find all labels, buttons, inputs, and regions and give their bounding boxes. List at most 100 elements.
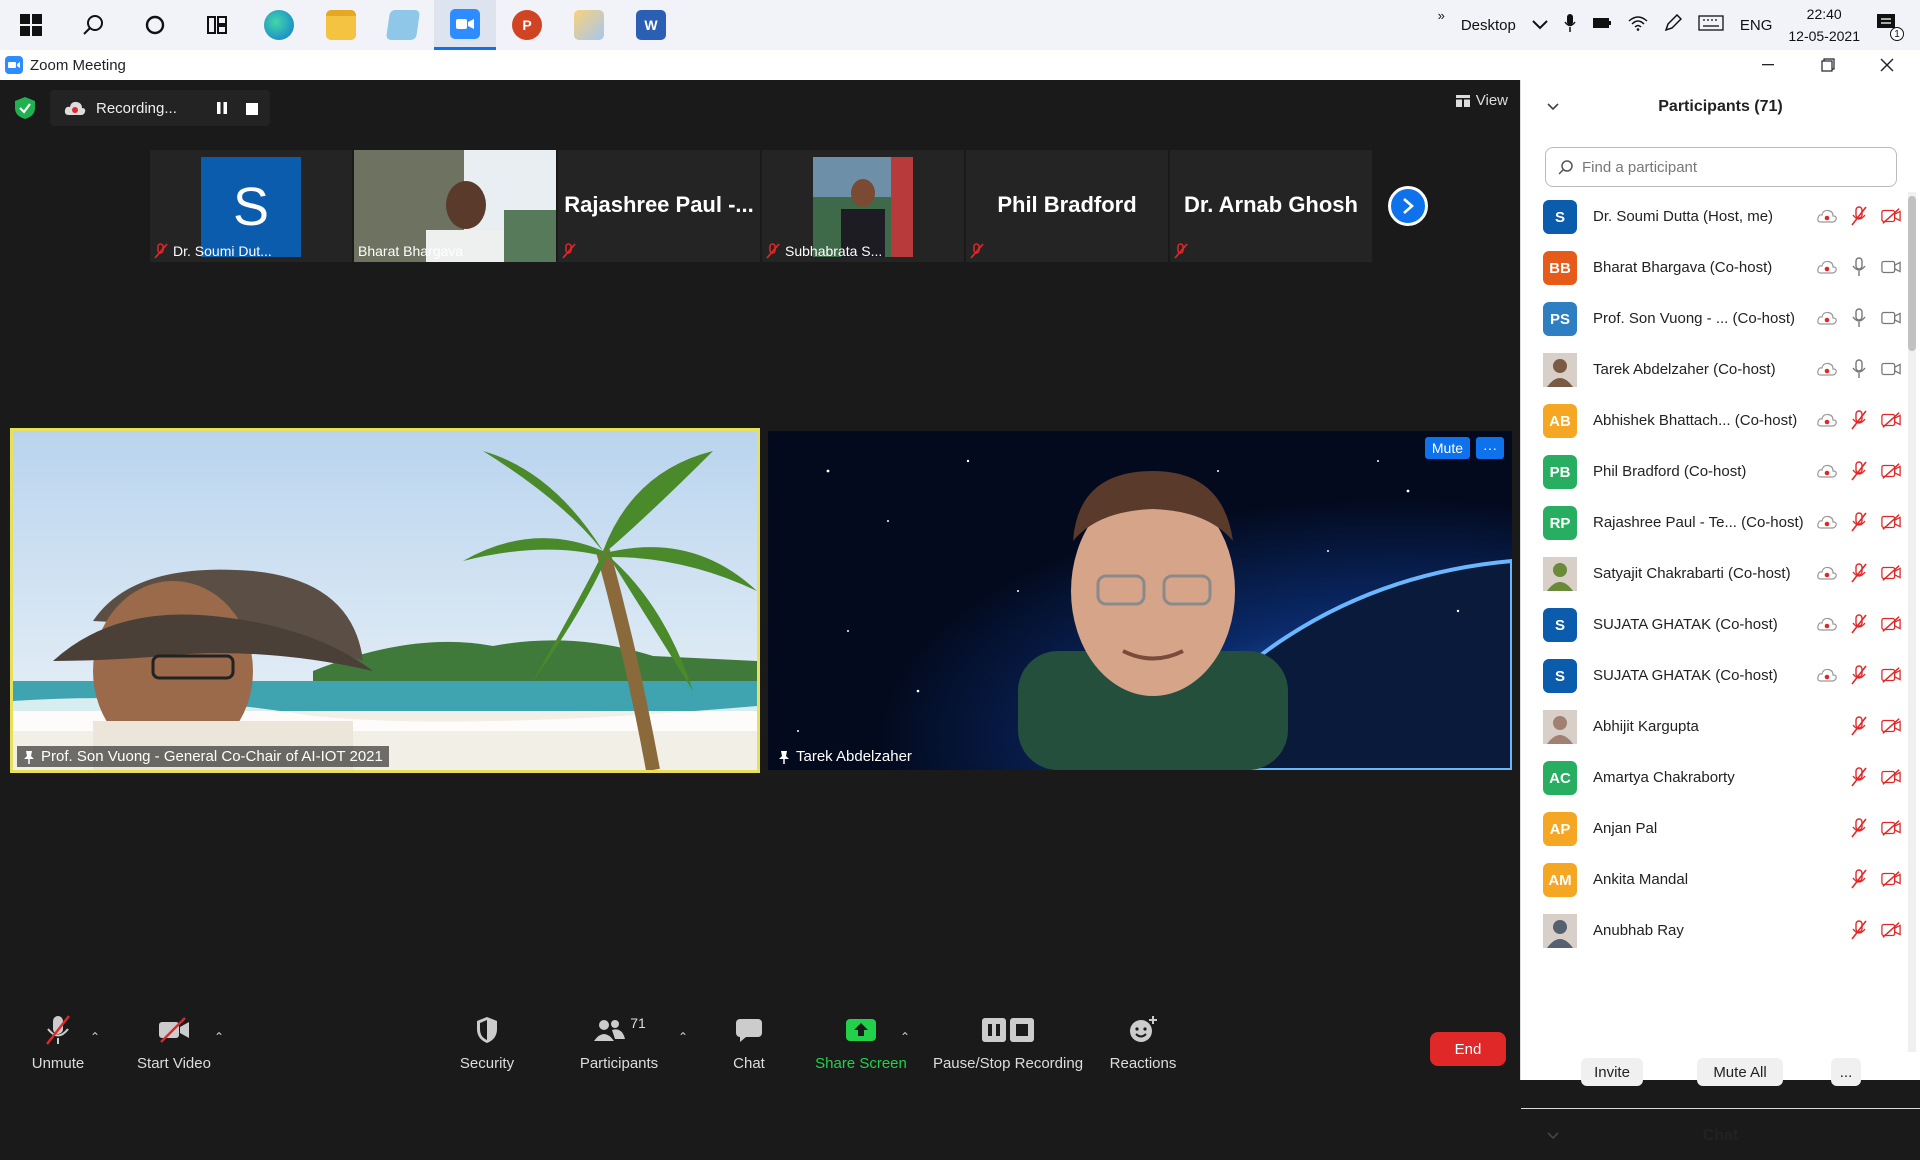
participant-row[interactable]: Satyajit Chakrabarti (Co-host)	[1521, 549, 1901, 600]
powerpoint-icon[interactable]: P	[496, 0, 558, 50]
paint-icon[interactable]	[558, 0, 620, 50]
microphone-icon[interactable]	[1849, 308, 1869, 328]
thumbnail-tile[interactable]: Phil Bradford	[966, 150, 1168, 262]
mic-muted-icon[interactable]	[1849, 512, 1869, 532]
file-explorer-icon[interactable]	[310, 0, 372, 50]
word-icon[interactable]: W	[620, 0, 682, 50]
share-options-caret[interactable]: ⌃	[900, 1030, 910, 1044]
tray-more[interactable]: »	[1438, 8, 1445, 23]
thumbnail-tile[interactable]: Dr. Arnab Ghosh	[1170, 150, 1372, 262]
video-off-icon[interactable]	[1881, 818, 1901, 838]
chevron-down-icon[interactable]	[1532, 17, 1548, 34]
mute-all-button[interactable]: Mute All	[1697, 1058, 1783, 1086]
mic-muted-icon[interactable]	[1849, 920, 1869, 940]
wifi-icon[interactable]	[1628, 15, 1648, 35]
mic-muted-icon[interactable]	[1849, 206, 1869, 226]
scrollbar-thumb[interactable]	[1908, 196, 1916, 351]
participant-row[interactable]: Abhijit Kargupta	[1521, 702, 1901, 753]
more-options-button[interactable]: ...	[1831, 1058, 1861, 1086]
video-off-icon[interactable]	[1881, 512, 1901, 532]
mic-muted-icon[interactable]	[1849, 410, 1869, 430]
task-view-icon[interactable]	[186, 0, 248, 50]
participants-button[interactable]: 71 Participants	[576, 1008, 662, 1080]
microphone-icon[interactable]	[1849, 257, 1869, 277]
participants-scrollbar[interactable]	[1908, 192, 1916, 1052]
participant-row[interactable]: AP Anjan Pal	[1521, 804, 1901, 855]
mic-muted-icon[interactable]	[1849, 767, 1869, 787]
cortana-icon[interactable]	[124, 0, 186, 50]
video-off-icon[interactable]	[1881, 767, 1901, 787]
edge-icon[interactable]	[248, 0, 310, 50]
minimize-button[interactable]	[1745, 50, 1791, 80]
zoom-app-icon[interactable]	[434, 0, 496, 50]
stop-recording-icon[interactable]	[246, 102, 258, 119]
pen-icon[interactable]	[1664, 13, 1682, 36]
language-indicator[interactable]: ENG	[1740, 17, 1773, 34]
mic-muted-icon[interactable]	[1849, 869, 1869, 889]
start-video-button[interactable]: Start Video	[132, 1008, 216, 1080]
battery-icon[interactable]	[1592, 16, 1612, 34]
video-off-icon[interactable]	[1881, 461, 1901, 481]
video-off-icon[interactable]	[1881, 206, 1901, 226]
chat-button[interactable]: Chat	[726, 1008, 772, 1080]
participants-options-caret[interactable]: ⌃	[678, 1030, 688, 1044]
participant-row[interactable]: AC Amartya Chakraborty	[1521, 753, 1901, 804]
clock[interactable]: 22:40 12-05-2021	[1788, 3, 1860, 47]
invite-button[interactable]: Invite	[1581, 1058, 1643, 1086]
desktop-label[interactable]: Desktop	[1461, 17, 1516, 34]
next-page-button[interactable]	[1388, 186, 1428, 226]
reactions-button[interactable]: Reactions	[1108, 1008, 1178, 1080]
participant-row[interactable]: PB Phil Bradford (Co-host)	[1521, 447, 1901, 498]
video-off-icon[interactable]	[1881, 869, 1901, 889]
thumbnail-tile[interactable]: S Dr. Soumi Dut...	[150, 150, 352, 262]
more-options-button[interactable]: ···	[1476, 437, 1504, 459]
participant-row[interactable]: S SUJATA GHATAK (Co-host)	[1521, 600, 1901, 651]
unmute-button[interactable]: Unmute	[24, 1008, 92, 1080]
encryption-shield-icon[interactable]	[12, 95, 38, 121]
audio-options-caret[interactable]: ⌃	[90, 1030, 100, 1044]
view-button[interactable]: View	[1455, 92, 1508, 109]
participant-row[interactable]: S Dr. Soumi Dutta (Host, me)	[1521, 192, 1901, 243]
mic-muted-icon[interactable]	[1849, 563, 1869, 583]
video-off-icon[interactable]	[1881, 920, 1901, 940]
notification-icon[interactable]: 1	[1876, 13, 1904, 41]
participant-row[interactable]: BB Bharat Bhargava (Co-host)	[1521, 243, 1901, 294]
restore-button[interactable]	[1805, 50, 1851, 80]
video-off-icon[interactable]	[1881, 410, 1901, 430]
video-off-icon[interactable]	[1881, 614, 1901, 634]
video-tile-active-speaker[interactable]: Prof. Son Vuong - General Co-Chair of AI…	[10, 428, 760, 773]
pause-recording-icon[interactable]	[216, 101, 228, 119]
mic-muted-icon[interactable]	[1849, 818, 1869, 838]
mic-muted-icon[interactable]	[1849, 716, 1869, 736]
keyboard-icon[interactable]	[1698, 15, 1724, 35]
participant-row[interactable]: AM Ankita Mandal	[1521, 855, 1901, 906]
search-icon[interactable]	[62, 0, 124, 50]
video-tile[interactable]: Mute ··· Tarek Abdelzaher	[768, 431, 1512, 770]
mic-muted-icon[interactable]	[1849, 665, 1869, 685]
video-camera-icon[interactable]	[1881, 359, 1901, 379]
mic-muted-icon[interactable]	[1849, 614, 1869, 634]
participant-row[interactable]: S SUJATA GHATAK (Co-host)	[1521, 651, 1901, 702]
close-button[interactable]	[1864, 50, 1910, 80]
security-button[interactable]: Security	[452, 1008, 522, 1080]
microphone-tray-icon[interactable]	[1564, 13, 1576, 37]
thumbnail-tile[interactable]: Bharat Bhargava	[354, 150, 556, 262]
video-options-caret[interactable]: ⌃	[214, 1030, 224, 1044]
thumbnail-tile[interactable]: Rajashree Paul -...	[558, 150, 760, 262]
thumbnail-tile[interactable]: Subhabrata S...	[762, 150, 964, 262]
video-off-icon[interactable]	[1881, 563, 1901, 583]
share-screen-button[interactable]: Share Screen	[814, 1008, 908, 1080]
end-meeting-button[interactable]: End	[1430, 1032, 1506, 1066]
participant-row[interactable]: RP Rajashree Paul - Te... (Co-host)	[1521, 498, 1901, 549]
start-icon[interactable]	[0, 0, 62, 50]
notepad-icon[interactable]	[372, 0, 434, 50]
participant-row[interactable]: Tarek Abdelzaher (Co-host)	[1521, 345, 1901, 396]
video-off-icon[interactable]	[1881, 716, 1901, 736]
video-off-icon[interactable]	[1881, 665, 1901, 685]
find-participant-input[interactable]: Find a participant	[1545, 147, 1897, 187]
mic-muted-icon[interactable]	[1849, 461, 1869, 481]
participant-row[interactable]: AB Abhishek Bhattach... (Co-host)	[1521, 396, 1901, 447]
pause-stop-recording-button[interactable]: Pause/Stop Recording	[930, 1008, 1086, 1080]
microphone-icon[interactable]	[1849, 359, 1869, 379]
participant-row[interactable]: Anubhab Ray	[1521, 906, 1901, 957]
